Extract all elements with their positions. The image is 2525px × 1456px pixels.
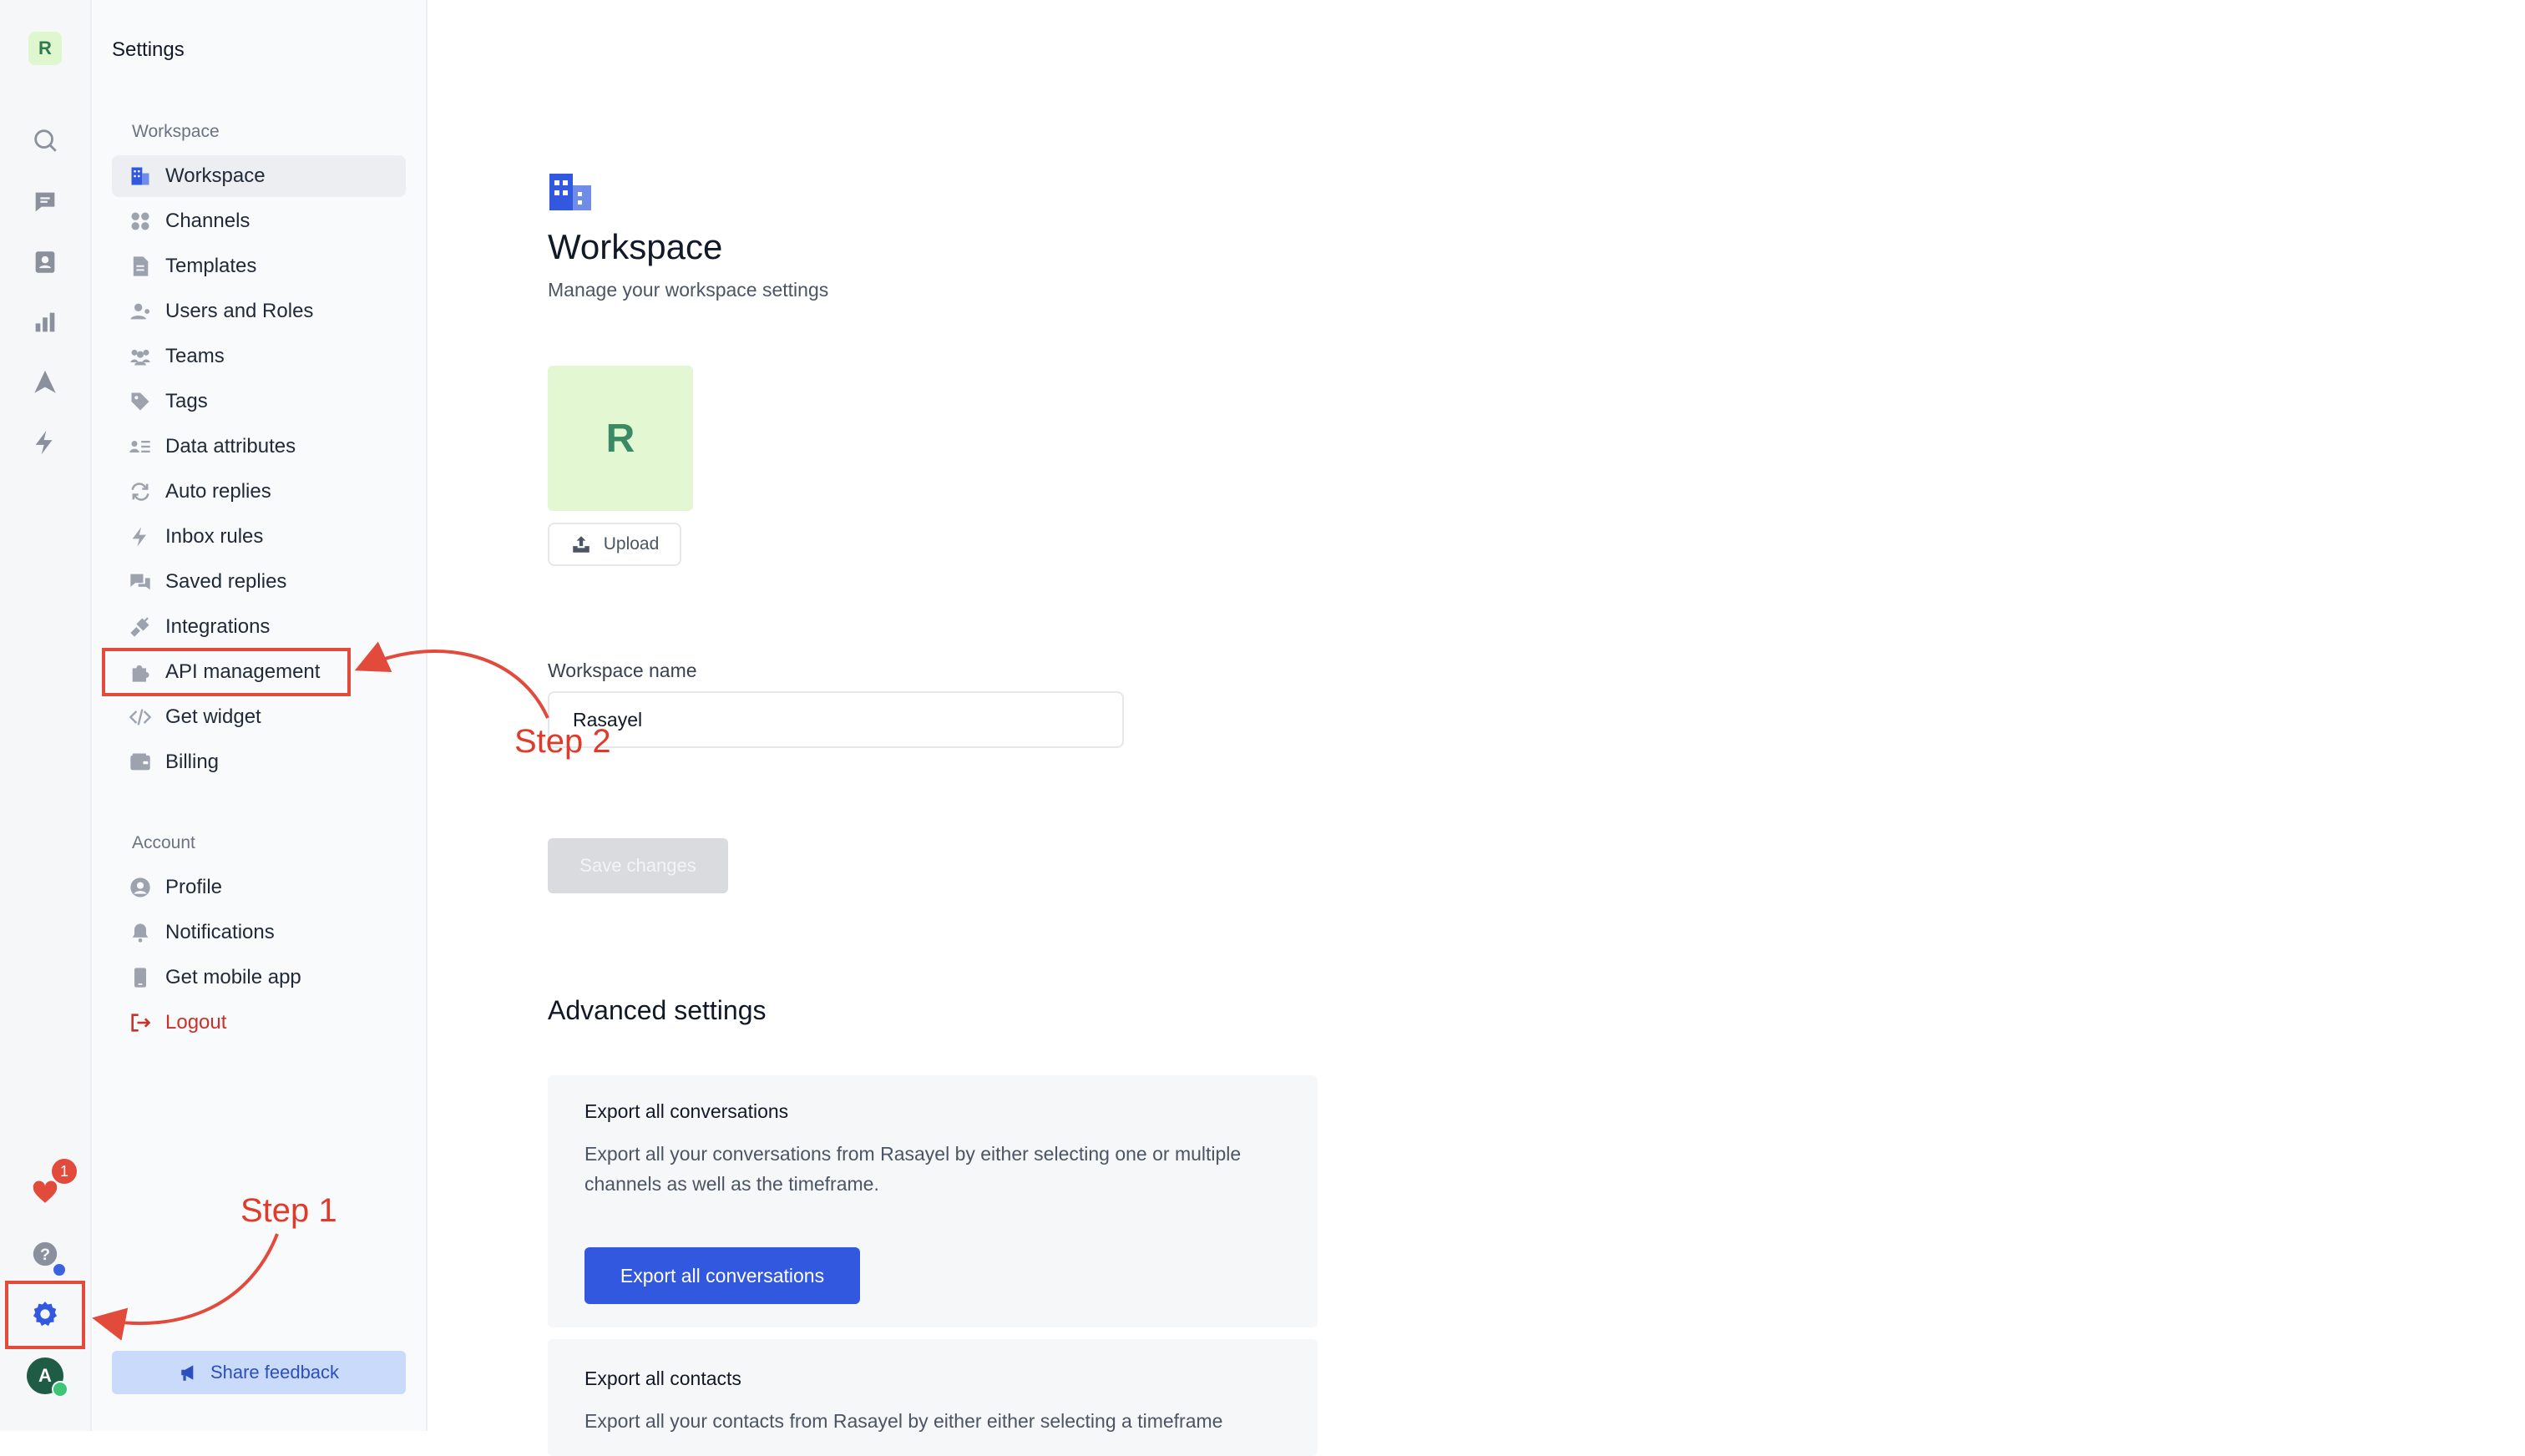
workspace-section-label: Workspace [132,122,220,141]
export-conversations-title: Export all conversations [584,1100,789,1122]
sidebar-item-label: Auto replies [165,480,271,503]
sidebar-item-label: Logout [165,1011,227,1034]
sidebar-item-data-attributes[interactable]: Data attributes [112,426,406,468]
workspace-name-label: Workspace name [548,660,697,681]
template-icon [127,253,154,280]
page-subtitle: Manage your workspace settings [548,279,829,301]
export-conversations-card: Export all conversations Export all your… [548,1075,1318,1327]
users-icon [127,298,154,325]
export-conversations-button[interactable]: Export all conversations [584,1247,860,1304]
sidebar-item-label: Notifications [165,921,275,943]
auto-reply-icon [127,478,154,505]
sidebar-item-label: Get mobile app [165,966,301,988]
export-contacts-title: Export all contacts [584,1368,741,1389]
sidebar-item-profile[interactable]: Profile [112,867,406,908]
sidebar-item-label: Users and Roles [165,300,314,322]
sidebar-item-channels[interactable]: Channels [112,200,406,242]
building-icon [549,174,591,210]
step1-highlight-box [5,1281,85,1349]
sidebar-item-label: Profile [165,876,223,898]
bolt-icon [127,523,154,550]
sidebar-item-templates[interactable]: Templates [112,245,406,287]
step2-highlight-box [102,648,351,696]
conversations-icon[interactable] [28,185,62,219]
sidebar-item-integrations[interactable]: Integrations [112,606,406,648]
sidebar-item-label: Tags [165,390,208,412]
sidebar-item-label: Saved replies [165,570,287,593]
sidebar-item-notifications[interactable]: Notifications [112,912,406,953]
sidebar-item-label: Workspace [165,164,266,187]
upload-label: Upload [603,534,660,554]
share-feedback-button[interactable]: Share feedback [112,1351,406,1394]
workspace-logo: R [548,366,693,511]
sidebar-item-teams[interactable]: Teams [112,336,406,377]
sidebar-item-saved-replies[interactable]: Saved replies [112,561,406,603]
step2-label: Step 2 [514,723,611,760]
online-status-dot [52,1381,68,1398]
export-conversations-description: Export all your conversations from Rasay… [584,1143,1242,1195]
account-section-label: Account [132,833,195,852]
reports-icon[interactable] [28,306,62,339]
automation-icon[interactable] [28,426,62,459]
sidebar-item-auto-replies[interactable]: Auto replies [112,471,406,513]
sidebar-item-label: Data attributes [165,435,296,458]
step1-label: Step 1 [240,1192,337,1229]
save-changes-button[interactable]: Save changes [548,838,728,893]
mobile-icon [127,964,154,991]
page-title: Workspace [548,227,723,266]
plug-icon [127,614,154,640]
export-contacts-description: Export all your contacts from Rasayel by… [584,1410,1223,1432]
saved-replies-icon [127,569,154,595]
sidebar-item-label: Integrations [165,615,271,638]
megaphone-icon [181,1365,194,1381]
code-icon [127,704,154,731]
sidebar-item-logout[interactable]: Logout [112,1002,406,1044]
sidebar-item-get-mobile-app[interactable]: Get mobile app [112,957,406,998]
help-status-dot [52,1262,67,1277]
campaigns-icon[interactable] [28,366,62,399]
search-icon[interactable] [28,124,62,157]
wallet-icon [127,749,154,776]
sidebar-item-label: Get widget [165,705,261,728]
advanced-settings-title: Advanced settings [548,995,767,1025]
upload-button[interactable]: Upload [548,523,681,566]
logout-icon [127,1009,154,1036]
main-content: Workspace Manage your workspace settings… [428,0,2525,1456]
sidebar-item-users-and-roles[interactable]: Users and Roles [112,291,406,332]
sidebar-item-billing[interactable]: Billing [112,741,406,783]
sidebar-item-workspace[interactable]: Workspace [112,155,406,197]
sidebar-item-get-widget[interactable]: Get widget [112,696,406,738]
sidebar-title: Settings [112,38,185,61]
export-contacts-card: Export all contacts Export all your cont… [548,1339,1318,1456]
sidebar-item-label: Channels [165,210,250,232]
sidebar-item-label: Billing [165,751,220,773]
share-feedback-label: Share feedback [210,1362,340,1383]
contacts-icon[interactable] [28,245,62,279]
sidebar-item-tags[interactable]: Tags [112,381,406,422]
teams-icon [127,343,154,370]
profile-icon [127,874,154,901]
sidebar-item-label: Teams [165,345,225,367]
workspace-name-input[interactable] [548,691,1124,748]
tag-icon [127,388,154,415]
workspace-badge[interactable]: R [28,32,62,65]
data-attributes-icon [127,433,154,460]
sidebar-item-inbox-rules[interactable]: Inbox rules [112,516,406,558]
notification-count-badge: 1 [52,1159,77,1184]
icon-rail: R 1 ? A [0,0,92,1431]
svg-text:?: ? [40,1246,50,1264]
sidebar-item-label: Templates [165,255,257,277]
building-icon [127,163,154,190]
upload-icon [572,536,590,553]
channels-icon [127,208,154,235]
bell-icon [127,919,154,946]
sidebar-item-label: Inbox rules [165,525,264,548]
